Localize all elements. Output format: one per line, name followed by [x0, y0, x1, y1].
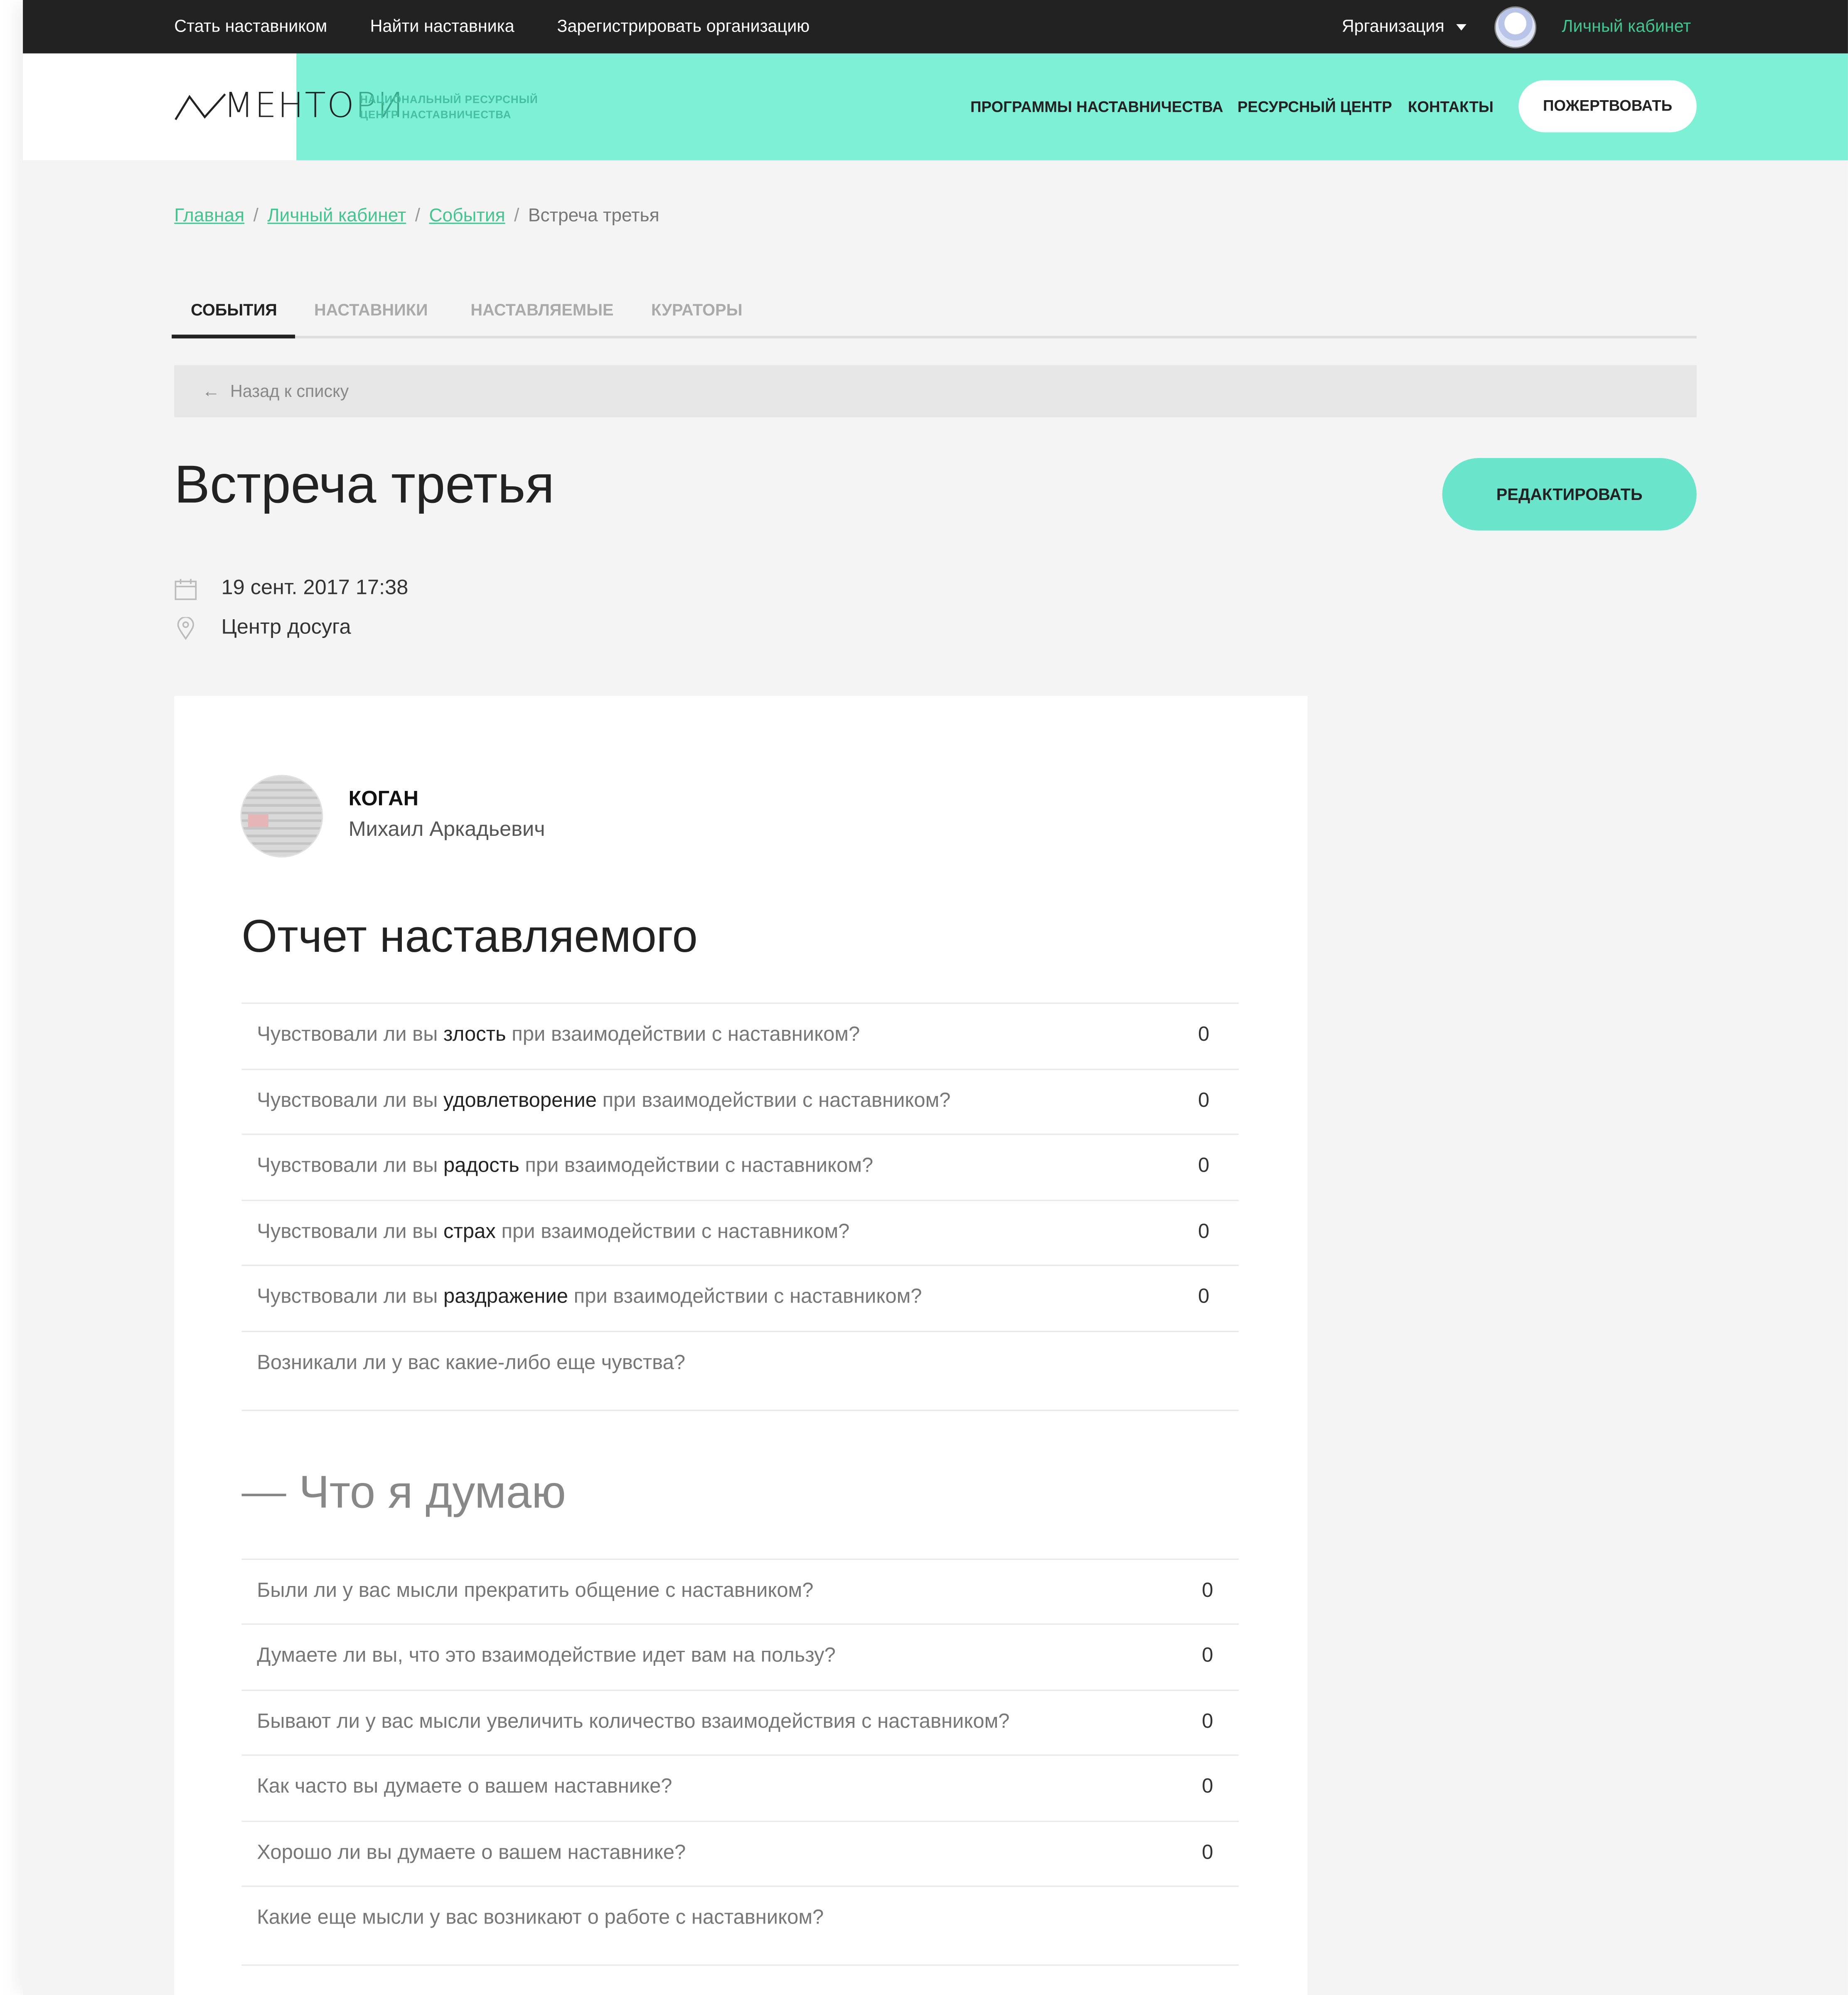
- answer-value: 0: [1198, 1221, 1210, 1243]
- answer-value: 0: [1202, 1580, 1213, 1602]
- active-tab-indicator: [172, 335, 295, 339]
- question-text: Чувствовали ли вы удовлетворение при вза…: [257, 1090, 951, 1112]
- table-row: Чувствовали ли вы радость при взаимодейс…: [241, 1133, 1239, 1200]
- table-row: Чувствовали ли вы удовлетворение при вза…: [241, 1069, 1239, 1135]
- tab-events[interactable]: СОБЫТИЯ: [191, 300, 277, 319]
- event-location: Центр досуга: [221, 616, 351, 639]
- table-divider: [241, 1964, 1239, 1966]
- screen: Стать наставником Найти наставника Зарег…: [0, 0, 1848, 1995]
- answer-value: 0: [1198, 1286, 1210, 1308]
- table-row: Возникали ли у вас какие-либо еще чувств…: [241, 1331, 1239, 1410]
- table-row: Чувствовали ли вы злость при взаимодейст…: [241, 1002, 1239, 1069]
- table-divider: [241, 1409, 1239, 1411]
- organization-dropdown[interactable]: Ярганизация: [1342, 17, 1444, 36]
- calendar-icon: [175, 579, 197, 600]
- dash-decoration: [241, 1494, 286, 1497]
- table-row: Думаете ли вы, что это взаимодействие ид…: [241, 1623, 1239, 1690]
- question-text: Бывают ли у вас мысли увеличить количест…: [257, 1711, 1010, 1733]
- arrow-left-icon: ←: [202, 380, 220, 401]
- personal-cabinet-link[interactable]: Личный кабинет: [1562, 17, 1691, 36]
- table-row: Чувствовали ли вы раздражение при взаимо…: [241, 1264, 1239, 1331]
- back-label: Назад к списку: [230, 382, 349, 401]
- user-given-name: Михаил Аркадьевич: [348, 818, 545, 841]
- location-pin-icon: [177, 617, 194, 640]
- nav-programs[interactable]: ПРОГРАММЫ НАСТАВНИЧЕСТВА: [970, 98, 1223, 116]
- question-text: Какие еще мысли у вас возникают о работе…: [257, 1907, 824, 1929]
- question-text: Чувствовали ли вы страх при взаимодейств…: [257, 1221, 850, 1243]
- question-text: Думаете ли вы, что это взаимодействие ид…: [257, 1645, 836, 1667]
- user-avatar-small[interactable]: [1494, 6, 1537, 49]
- user-surname: КОГАН: [348, 787, 419, 810]
- question-text: Хорошо ли вы думаете о вашем наставнике?: [257, 1842, 686, 1864]
- nav-contacts[interactable]: КОНТАКТЫ: [1408, 98, 1494, 116]
- table-row: Бывают ли у вас мысли увеличить количест…: [241, 1690, 1239, 1756]
- thoughts-section-title: Что я думаю: [241, 1466, 566, 1520]
- breadcrumb-events[interactable]: События: [429, 206, 505, 227]
- tab-mentors[interactable]: НАСТАВНИКИ: [314, 300, 428, 319]
- page-title: Встреча третья: [174, 454, 555, 514]
- avatar: [240, 775, 323, 858]
- question-text: Были ли у вас мысли прекратить общение с…: [257, 1580, 814, 1602]
- answer-value: 0: [1198, 1090, 1210, 1112]
- breadcrumb-current: Встреча третья: [528, 206, 659, 227]
- back-to-list-button[interactable]: ← Назад к списку: [174, 365, 1697, 418]
- table-row: Чувствовали ли вы страх при взаимодейств…: [241, 1199, 1239, 1266]
- register-org-link[interactable]: Зарегистрировать организацию: [557, 17, 810, 36]
- answer-value: 0: [1198, 1024, 1210, 1046]
- donate-button[interactable]: ПОЖЕРТВОВАТЬ: [1518, 80, 1697, 133]
- find-mentor-link[interactable]: Найти наставника: [370, 17, 514, 36]
- event-date: 19 сент. 2017 17:38: [221, 576, 408, 599]
- table-row: Хорошо ли вы думаете о вашем наставнике?…: [241, 1820, 1239, 1887]
- chevron-down-icon[interactable]: [1456, 24, 1467, 31]
- question-text: Чувствовали ли вы злость при взаимодейст…: [257, 1024, 860, 1046]
- question-text: Возникали ли у вас какие-либо еще чувств…: [257, 1352, 686, 1374]
- question-text: Чувствовали ли вы радость при взаимодейс…: [257, 1155, 874, 1177]
- answer-value: 0: [1198, 1155, 1210, 1177]
- edit-button[interactable]: РЕДАКТИРОВАТЬ: [1442, 458, 1697, 531]
- logo-subtitle: НАЦИОНАЛЬНЫЙ РЕСУРСНЫЙ ЦЕНТР НАСТАВНИЧЕС…: [360, 93, 538, 121]
- answer-value: 0: [1202, 1776, 1213, 1798]
- table-row: Были ли у вас мысли прекратить общение с…: [241, 1558, 1239, 1625]
- answer-value: 0: [1202, 1645, 1213, 1667]
- top-bar: Стать наставником Найти наставника Зарег…: [23, 0, 1848, 54]
- breadcrumb-cabinet[interactable]: Личный кабинет: [267, 206, 406, 227]
- answer-value: 0: [1202, 1842, 1213, 1864]
- table-row: Как часто вы думаете о вашем наставнике?…: [241, 1754, 1239, 1820]
- breadcrumb: Главная / Личный кабинет / События / Встреча т…: [174, 206, 659, 227]
- logo-mark-icon[interactable]: [174, 91, 228, 122]
- question-text: Как часто вы думаете о вашем наставнике?: [257, 1776, 672, 1798]
- tab-curators[interactable]: КУРАТОРЫ: [651, 300, 743, 319]
- become-mentor-link[interactable]: Стать наставником: [174, 17, 327, 36]
- question-text: Чувствовали ли вы раздражение при взаимо…: [257, 1286, 922, 1308]
- tab-mentees[interactable]: НАСТАВЛЯЕМЫЕ: [470, 300, 613, 319]
- tabs-divider: [174, 336, 1697, 339]
- breadcrumb-home[interactable]: Главная: [174, 206, 244, 227]
- table-row: Какие еще мысли у вас возникают о работе…: [241, 1885, 1239, 1965]
- mentee-report-title: Отчет наставляемого: [241, 909, 698, 962]
- nav-resource-center[interactable]: РЕСУРСНЫЙ ЦЕНТР: [1238, 98, 1392, 116]
- answer-value: 0: [1202, 1711, 1213, 1733]
